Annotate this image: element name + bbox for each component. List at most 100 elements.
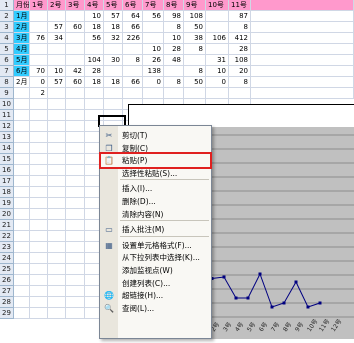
empty-cell[interactable] xyxy=(14,110,30,121)
value-cell[interactable]: 108 xyxy=(184,11,206,22)
value-cell[interactable] xyxy=(206,22,229,33)
empty-cell[interactable] xyxy=(48,275,66,286)
month-cell[interactable] xyxy=(14,88,30,99)
empty-cell[interactable] xyxy=(251,77,354,88)
value-cell[interactable]: 9号 xyxy=(184,0,206,11)
empty-cell[interactable] xyxy=(251,88,354,99)
empty-cell[interactable] xyxy=(66,121,85,132)
value-cell[interactable] xyxy=(48,11,66,22)
menu-item-lookup[interactable]: 🔍 查阅(L)... xyxy=(100,301,211,316)
empty-cell[interactable] xyxy=(30,286,48,297)
row-header[interactable]: 4 xyxy=(0,33,14,44)
value-cell[interactable]: 10 xyxy=(85,11,104,22)
value-cell[interactable]: 20 xyxy=(229,66,251,77)
month-cell[interactable]: 5月 xyxy=(14,55,30,66)
value-cell[interactable]: 60 xyxy=(66,22,85,33)
empty-cell[interactable] xyxy=(30,253,48,264)
empty-cell[interactable] xyxy=(48,187,66,198)
value-cell[interactable] xyxy=(229,88,251,99)
row-header[interactable]: 18 xyxy=(0,187,14,198)
row-header[interactable]: 7 xyxy=(0,66,14,77)
value-cell[interactable]: 8 xyxy=(164,77,184,88)
empty-cell[interactable] xyxy=(66,231,85,242)
value-cell[interactable] xyxy=(66,55,85,66)
value-cell[interactable]: 57 xyxy=(48,22,66,33)
empty-cell[interactable] xyxy=(48,176,66,187)
empty-cell[interactable] xyxy=(14,286,30,297)
value-cell[interactable]: 2号 xyxy=(48,0,66,11)
value-cell[interactable]: 42 xyxy=(66,66,85,77)
row-header[interactable]: 8 xyxy=(0,77,14,88)
empty-cell[interactable] xyxy=(30,154,48,165)
value-cell[interactable]: 66 xyxy=(123,77,143,88)
empty-cell[interactable] xyxy=(85,99,104,110)
empty-cell[interactable] xyxy=(48,308,66,319)
value-cell[interactable]: 108 xyxy=(229,55,251,66)
value-cell[interactable]: 26 xyxy=(143,55,164,66)
value-cell[interactable]: 11号 xyxy=(229,0,251,11)
empty-cell[interactable] xyxy=(14,275,30,286)
value-cell[interactable]: 18 xyxy=(85,22,104,33)
value-cell[interactable]: 48 xyxy=(164,55,184,66)
value-cell[interactable] xyxy=(30,11,48,22)
empty-cell[interactable] xyxy=(104,99,123,110)
row-header[interactable]: 22 xyxy=(0,231,14,242)
empty-cell[interactable] xyxy=(251,0,354,11)
value-cell[interactable] xyxy=(184,88,206,99)
empty-cell[interactable] xyxy=(30,121,48,132)
value-cell[interactable]: 8 xyxy=(123,55,143,66)
row-header[interactable]: 24 xyxy=(0,253,14,264)
row-header[interactable]: 20 xyxy=(0,209,14,220)
value-cell[interactable] xyxy=(123,66,143,77)
value-cell[interactable]: 10 xyxy=(48,66,66,77)
value-cell[interactable]: 64 xyxy=(123,11,143,22)
row-header[interactable]: 26 xyxy=(0,275,14,286)
value-cell[interactable] xyxy=(143,22,164,33)
empty-cell[interactable] xyxy=(48,132,66,143)
value-cell[interactable]: 3号 xyxy=(66,0,85,11)
empty-cell[interactable] xyxy=(30,275,48,286)
empty-cell[interactable] xyxy=(66,286,85,297)
empty-cell[interactable] xyxy=(14,132,30,143)
empty-cell[interactable] xyxy=(30,132,48,143)
value-cell[interactable]: 50 xyxy=(184,77,206,88)
empty-cell[interactable] xyxy=(30,110,48,121)
empty-cell[interactable] xyxy=(66,110,85,121)
empty-cell[interactable] xyxy=(251,33,354,44)
value-cell[interactable]: 138 xyxy=(143,66,164,77)
row-header[interactable]: 3 xyxy=(0,22,14,33)
value-cell[interactable] xyxy=(206,44,229,55)
row-header[interactable]: 2 xyxy=(0,11,14,22)
empty-cell[interactable] xyxy=(66,99,85,110)
value-cell[interactable]: 106 xyxy=(206,33,229,44)
row-header[interactable]: 11 xyxy=(0,110,14,121)
empty-cell[interactable] xyxy=(30,264,48,275)
empty-cell[interactable] xyxy=(48,165,66,176)
value-cell[interactable]: 28 xyxy=(85,66,104,77)
empty-cell[interactable] xyxy=(30,198,48,209)
value-cell[interactable] xyxy=(30,22,48,33)
empty-cell[interactable] xyxy=(251,11,354,22)
empty-cell[interactable] xyxy=(48,264,66,275)
value-cell[interactable] xyxy=(164,66,184,77)
empty-cell[interactable] xyxy=(251,55,354,66)
empty-cell[interactable] xyxy=(66,176,85,187)
value-cell[interactable] xyxy=(123,44,143,55)
empty-cell[interactable] xyxy=(66,132,85,143)
row-header[interactable]: 19 xyxy=(0,198,14,209)
empty-cell[interactable] xyxy=(14,198,30,209)
empty-cell[interactable] xyxy=(48,154,66,165)
value-cell[interactable]: 57 xyxy=(104,11,123,22)
empty-cell[interactable] xyxy=(48,121,66,132)
value-cell[interactable] xyxy=(48,44,66,55)
value-cell[interactable] xyxy=(104,88,123,99)
value-cell[interactable] xyxy=(164,88,184,99)
value-cell[interactable]: 10 xyxy=(164,33,184,44)
value-cell[interactable]: 18 xyxy=(104,22,123,33)
empty-cell[interactable] xyxy=(14,209,30,220)
value-cell[interactable] xyxy=(66,33,85,44)
value-cell[interactable] xyxy=(30,44,48,55)
empty-cell[interactable] xyxy=(14,154,30,165)
empty-cell[interactable] xyxy=(14,220,30,231)
value-cell[interactable]: 412 xyxy=(229,33,251,44)
